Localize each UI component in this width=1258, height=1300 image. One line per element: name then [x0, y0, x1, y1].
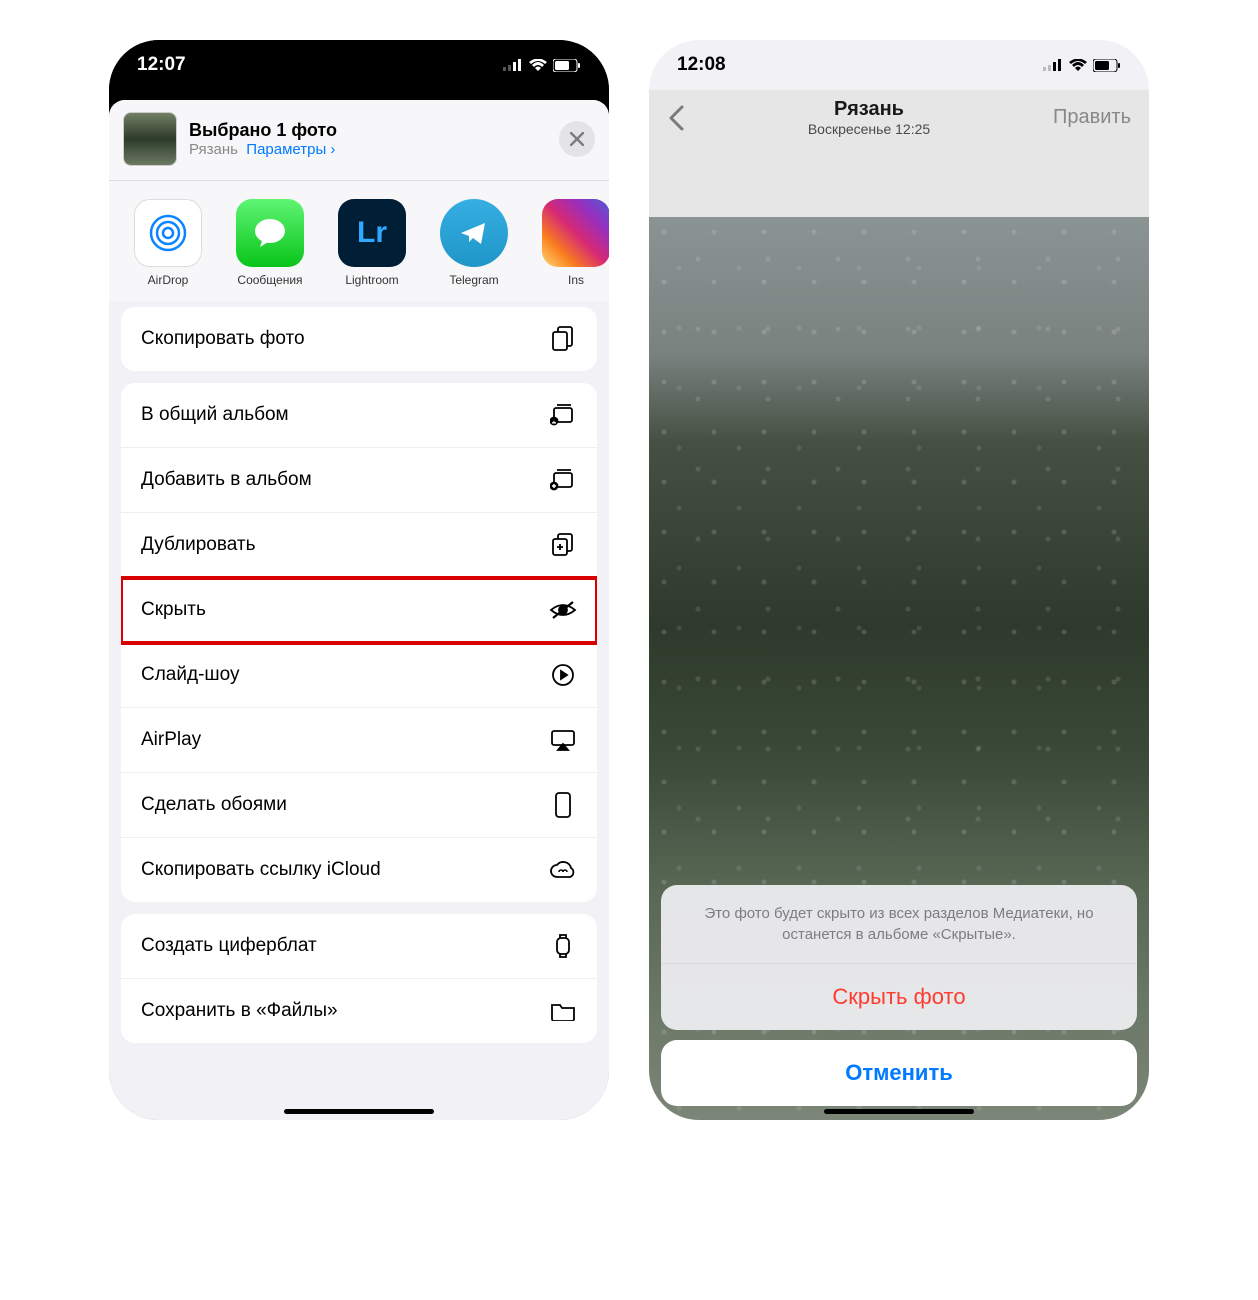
signal-icon: [503, 59, 523, 71]
action-label: Скопировать фото: [141, 328, 305, 350]
hide-icon: [549, 596, 577, 624]
app-messages[interactable]: Сообщения: [229, 199, 311, 287]
battery-icon: [1093, 59, 1121, 72]
share-sheet: Выбрано 1 фото Рязань Параметры › AirDro…: [109, 100, 609, 1120]
wifi-icon: [1069, 59, 1087, 72]
actions-list[interactable]: Скопировать фото В общий альбом Добавить…: [109, 301, 609, 1120]
cancel-button[interactable]: Отменить: [661, 1040, 1137, 1106]
app-label: Telegram: [449, 273, 498, 287]
close-button[interactable]: [559, 121, 595, 157]
battery-icon: [553, 59, 581, 72]
sheet-header: Выбрано 1 фото Рязань Параметры ›: [109, 100, 609, 181]
action-slideshow[interactable]: Слайд-шоу: [121, 643, 597, 708]
lightroom-icon: Lr: [338, 199, 406, 267]
action-duplicate[interactable]: Дублировать: [121, 513, 597, 578]
action-sheet-message: Это фото будет скрыто из всех разделов М…: [661, 885, 1137, 964]
action-label: В общий альбом: [141, 404, 289, 426]
airdrop-icon: [134, 199, 202, 267]
action-sheet-group: Это фото будет скрыто из всех разделов М…: [661, 885, 1137, 1030]
action-label: Сделать обоями: [141, 794, 287, 816]
status-time: 12:07: [137, 54, 186, 76]
nav-title-group: Рязань Воскресенье 12:25: [808, 98, 930, 137]
action-icloud-link[interactable]: Скопировать ссылку iCloud: [121, 838, 597, 902]
app-label: Ins: [568, 273, 584, 287]
hide-photo-button[interactable]: Скрыть фото: [661, 964, 1137, 1030]
action-label: Добавить в альбом: [141, 469, 312, 491]
phone-icon: [549, 791, 577, 819]
app-lightroom[interactable]: Lr Lightroom: [331, 199, 413, 287]
messages-icon: [236, 199, 304, 267]
home-indicator[interactable]: [824, 1109, 974, 1114]
location-label: Рязань: [189, 141, 238, 158]
duplicate-icon: [549, 531, 577, 559]
action-wallpaper[interactable]: Сделать обоями: [121, 773, 597, 838]
app-airdrop[interactable]: AirDrop: [127, 199, 209, 287]
nav-subtitle: Воскресенье 12:25: [808, 121, 930, 137]
app-label: AirDrop: [148, 273, 189, 287]
cloud-link-icon: [549, 856, 577, 884]
photo-view: Это фото будет скрыто из всех разделов М…: [649, 147, 1149, 1120]
action-label: Скопировать ссылку iCloud: [141, 859, 381, 881]
params-link[interactable]: Параметры ›: [246, 141, 335, 158]
app-label: Lightroom: [345, 273, 398, 287]
action-hide[interactable]: Скрыть: [121, 578, 597, 643]
sheet-title-wrap: Выбрано 1 фото Рязань Параметры ›: [189, 120, 547, 158]
action-airplay[interactable]: AirPlay: [121, 708, 597, 773]
sheet-subtitle: Рязань Параметры ›: [189, 141, 547, 158]
action-label: Слайд-шоу: [141, 664, 240, 686]
home-indicator[interactable]: [284, 1109, 434, 1114]
edit-button[interactable]: Править: [1053, 106, 1131, 129]
add-album-icon: [549, 466, 577, 494]
app-instagram[interactable]: Ins: [535, 199, 609, 287]
chevron-left-icon: [667, 104, 685, 132]
back-button[interactable]: [667, 104, 685, 132]
nav-title: Рязань: [808, 98, 930, 121]
action-add-album[interactable]: Добавить в альбом: [121, 448, 597, 513]
photo-thumbnail[interactable]: [123, 112, 177, 166]
action-save-files[interactable]: Сохранить в «Файлы»: [121, 979, 597, 1043]
action-watch-face[interactable]: Создать циферблат: [121, 914, 597, 979]
status-icons: [503, 59, 581, 72]
app-label: Сообщения: [237, 273, 302, 287]
app-telegram[interactable]: Telegram: [433, 199, 515, 287]
action-label: Сохранить в «Файлы»: [141, 1000, 338, 1022]
status-bar: 12:07: [109, 40, 609, 90]
play-icon: [549, 661, 577, 689]
share-apps-row[interactable]: AirDrop Сообщения Lr Lightroom Telegram: [109, 181, 609, 301]
confirm-action-sheet: Это фото будет скрыто из всех разделов М…: [661, 885, 1137, 1106]
close-icon: [570, 132, 584, 146]
phone-share-sheet: 12:07 Выбрано 1 фото Рязань Параметры ›: [109, 40, 609, 1120]
action-label: Скрыть: [141, 599, 206, 621]
status-time: 12:08: [677, 54, 726, 76]
folder-icon: [549, 997, 577, 1025]
nav-bar: Рязань Воскресенье 12:25 Править: [649, 90, 1149, 147]
action-label: Создать циферблат: [141, 935, 317, 957]
status-icons: [1043, 59, 1121, 72]
phone-confirm-hide: 12:08 Рязань Воскресенье 12:25 Править Э…: [649, 40, 1149, 1120]
instagram-icon: [542, 199, 609, 267]
watch-icon: [549, 932, 577, 960]
action-label: AirPlay: [141, 729, 201, 751]
action-shared-album[interactable]: В общий альбом: [121, 383, 597, 448]
airplay-icon: [549, 726, 577, 754]
action-copy-photo[interactable]: Скопировать фото: [121, 307, 597, 371]
copy-icon: [549, 325, 577, 353]
telegram-icon: [440, 199, 508, 267]
signal-icon: [1043, 59, 1063, 71]
action-label: Дублировать: [141, 534, 256, 556]
status-bar: 12:08: [649, 40, 1149, 90]
shared-album-icon: [549, 401, 577, 429]
sheet-title: Выбрано 1 фото: [189, 120, 547, 141]
wifi-icon: [529, 59, 547, 72]
